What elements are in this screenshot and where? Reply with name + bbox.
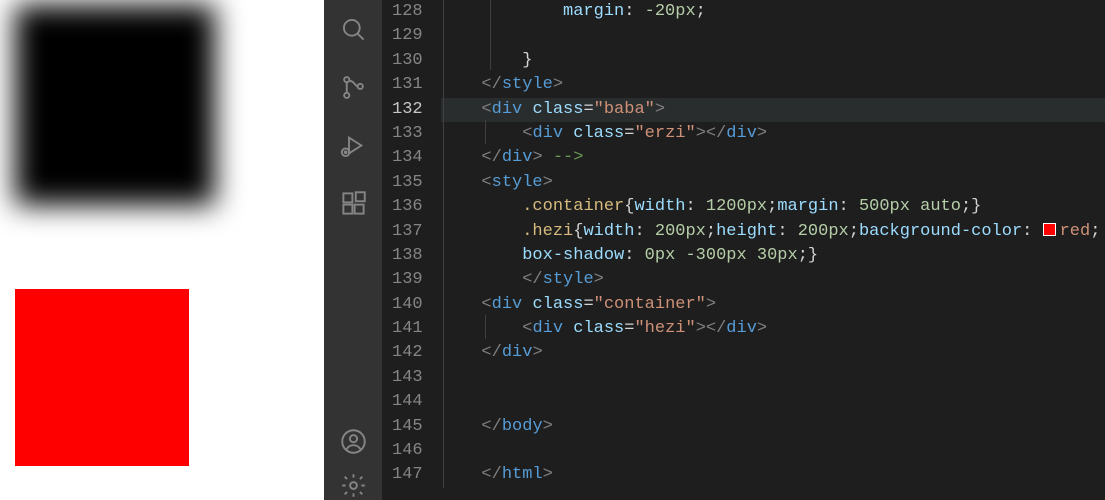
code-line[interactable]: <style> bbox=[441, 171, 1105, 195]
line-number: 136 bbox=[392, 195, 423, 219]
line-number: 131 bbox=[392, 73, 423, 97]
line-number-gutter: 128 129 130 131 132 133 134 135 136 137 … bbox=[382, 0, 441, 500]
preview-shadow-box bbox=[15, 5, 215, 205]
source-control-icon[interactable] bbox=[324, 58, 382, 116]
code-line[interactable]: </div> bbox=[441, 341, 1105, 365]
debug-icon[interactable] bbox=[324, 116, 382, 174]
preview-red-box bbox=[15, 289, 189, 466]
line-number: 130 bbox=[392, 49, 423, 73]
line-number: 133 bbox=[392, 122, 423, 146]
code-editor[interactable]: 128 129 130 131 132 133 134 135 136 137 … bbox=[382, 0, 1105, 500]
code-line[interactable] bbox=[441, 24, 1105, 48]
code-line[interactable] bbox=[441, 390, 1105, 414]
line-number: 143 bbox=[392, 366, 423, 390]
code-line[interactable]: } bbox=[441, 49, 1105, 73]
code-line[interactable]: box-shadow: 0px -300px 30px;} bbox=[441, 244, 1105, 268]
line-number: 128 bbox=[392, 0, 423, 24]
code-line[interactable]: .container{width: 1200px;margin: 500px a… bbox=[441, 195, 1105, 219]
extensions-icon[interactable] bbox=[324, 174, 382, 232]
code-line[interactable]: </style> bbox=[441, 73, 1105, 97]
code-line[interactable]: .hezi{width: 200px;height: 200px;backgro… bbox=[441, 220, 1105, 244]
app-layout: 128 129 130 131 132 133 134 135 136 137 … bbox=[0, 0, 1105, 500]
code-area[interactable]: margin: -20px; } </style> <div class="ba… bbox=[441, 0, 1105, 500]
account-icon[interactable] bbox=[324, 412, 382, 470]
line-number: 137 bbox=[392, 220, 423, 244]
line-number: 134 bbox=[392, 146, 423, 170]
line-number: 140 bbox=[392, 293, 423, 317]
code-line[interactable]: <div class="erzi"></div> bbox=[441, 122, 1105, 146]
code-line[interactable]: </style> bbox=[441, 268, 1105, 292]
activity-bar bbox=[324, 0, 382, 500]
line-number: 144 bbox=[392, 390, 423, 414]
line-number: 147 bbox=[392, 463, 423, 487]
browser-preview-pane bbox=[0, 0, 324, 500]
code-line[interactable]: </body> bbox=[441, 415, 1105, 439]
code-line[interactable]: <div class="container"> bbox=[441, 293, 1105, 317]
code-line[interactable]: <div class="hezi"></div> bbox=[441, 317, 1105, 341]
line-number: 141 bbox=[392, 317, 423, 341]
code-line[interactable]: margin: -20px; bbox=[441, 0, 1105, 24]
code-line[interactable]: </html> bbox=[441, 463, 1105, 487]
line-number: 146 bbox=[392, 439, 423, 463]
code-line[interactable]: <div class="baba"> bbox=[441, 98, 1105, 122]
line-number: 142 bbox=[392, 341, 423, 365]
line-number: 145 bbox=[392, 415, 423, 439]
code-line[interactable]: </div> --> bbox=[441, 146, 1105, 170]
code-line[interactable] bbox=[441, 366, 1105, 390]
line-number: 135 bbox=[392, 171, 423, 195]
line-number: 129 bbox=[392, 24, 423, 48]
settings-gear-icon[interactable] bbox=[324, 470, 382, 500]
code-line[interactable] bbox=[441, 439, 1105, 463]
line-number: 132 bbox=[392, 98, 423, 122]
search-icon[interactable] bbox=[324, 0, 382, 58]
color-swatch-icon[interactable] bbox=[1043, 223, 1056, 236]
line-number: 138 bbox=[392, 244, 423, 268]
line-number: 139 bbox=[392, 268, 423, 292]
